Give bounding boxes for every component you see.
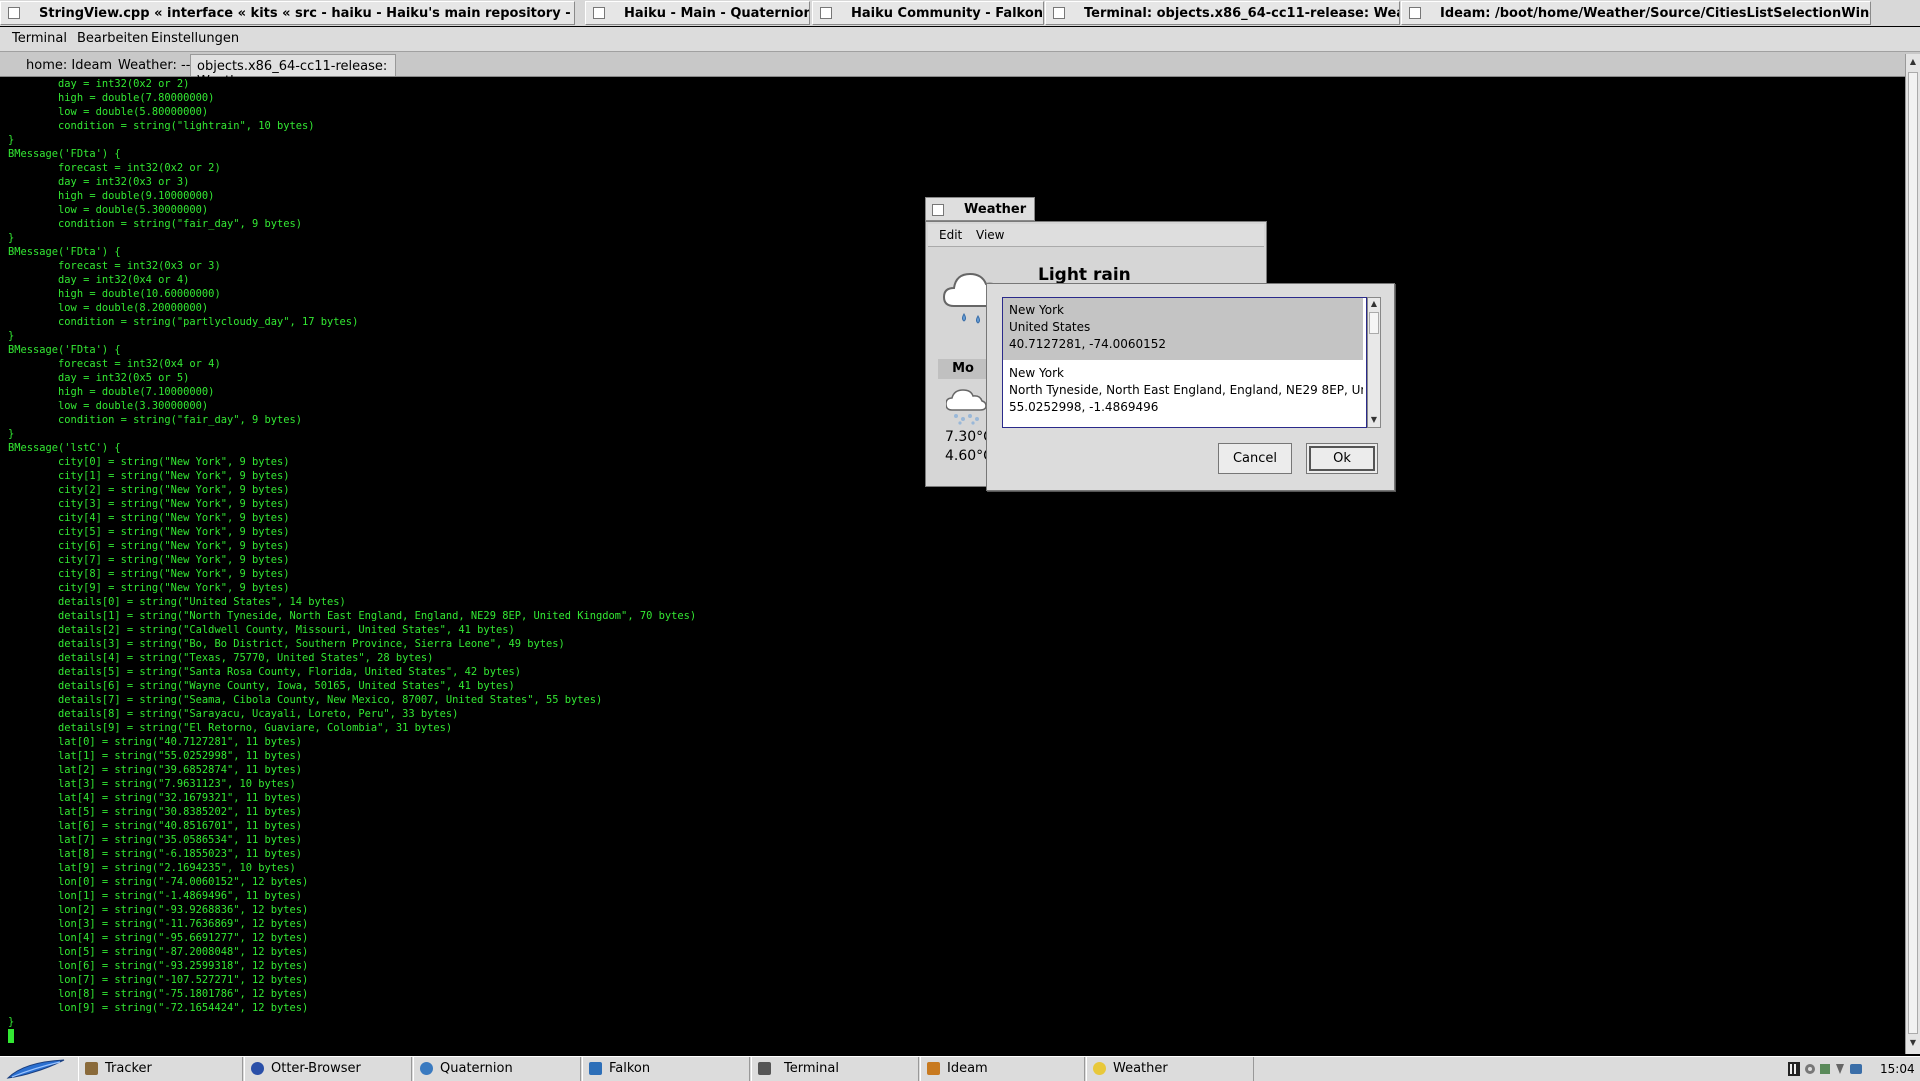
taskbar-item-ideam[interactable]: Ideam xyxy=(920,1057,1085,1081)
otter-browser-icon xyxy=(251,1062,264,1075)
taskbar-label: Quaternion xyxy=(440,1061,513,1076)
menu-edit[interactable]: Edit xyxy=(939,228,962,242)
session-tab-objects[interactable]: objects.x86_64-cc11-release: Weather xyxy=(190,54,396,89)
menu-view[interactable]: View xyxy=(976,228,1004,242)
session-tab-home[interactable]: home: Ideam xyxy=(26,54,112,76)
scrollbar-thumb[interactable] xyxy=(1369,312,1379,334)
window-tab-ideam[interactable]: Ideam: /boot/home/Weather/Source/CitiesL… xyxy=(1401,1,1871,25)
menu-bearbeiten[interactable]: Bearbeiten xyxy=(77,31,148,46)
system-tray[interactable] xyxy=(1786,1061,1866,1077)
taskbar-label: Tracker xyxy=(105,1061,152,1076)
window-tab-quaternion[interactable]: Haiku - Main - Quaternion xyxy=(585,1,810,25)
window-tab-bar: StringView.cpp « interface « kits « src … xyxy=(0,0,1920,26)
window-tab-title: StringView.cpp « interface « kits « src … xyxy=(39,6,574,21)
taskbar-item-weather[interactable]: Weather xyxy=(1086,1057,1254,1081)
clock[interactable]: 15:04 xyxy=(1880,1062,1915,1076)
window-tab-title: Haiku Community - Falkon xyxy=(851,6,1044,21)
city-name: New York xyxy=(1009,303,1064,317)
scroll-up-icon[interactable]: ▲ xyxy=(1908,57,1918,67)
window-tab-title: Ideam: /boot/home/Weather/Source/CitiesL… xyxy=(1440,6,1870,21)
weather-menubar: Edit View xyxy=(928,224,1264,247)
city-name: New York xyxy=(1009,366,1064,380)
taskbar-item-otter-browser[interactable]: Otter-Browser xyxy=(244,1057,412,1081)
taskbar-label: Weather xyxy=(1113,1061,1168,1076)
window-checkbox-icon[interactable] xyxy=(820,7,832,19)
taskbar-label: Ideam xyxy=(947,1061,988,1076)
tracker-icon xyxy=(85,1062,98,1075)
terminal-scrollbar[interactable]: ▲ ▼ xyxy=(1905,54,1920,1054)
taskbar-item-falkon[interactable]: Falkon xyxy=(582,1057,750,1081)
scroll-down-icon[interactable]: ▼ xyxy=(1369,415,1379,425)
window-tab-otter-browser[interactable]: StringView.cpp « interface « kits « src … xyxy=(0,1,575,25)
taskbar-label: Otter-Browser xyxy=(271,1061,361,1076)
taskbar-item-terminal[interactable]: Terminal xyxy=(751,1057,919,1081)
window-tab-title: Terminal: objects.x86_64-cc11-release: W… xyxy=(1084,6,1399,21)
taskbar-item-quaternion[interactable]: Quaternion xyxy=(413,1057,581,1081)
window-tab-falkon[interactable]: Haiku Community - Falkon xyxy=(812,1,1044,25)
city-details: United States xyxy=(1009,320,1091,334)
haiku-leaf-icon[interactable] xyxy=(4,1058,70,1080)
scroll-down-icon[interactable]: ▼ xyxy=(1908,1038,1918,1048)
window-tab-title: Haiku - Main - Quaternion xyxy=(624,6,810,21)
terminal-icon xyxy=(758,1062,771,1075)
city-list[interactable]: New York United States 40.7127281, -74.0… xyxy=(1002,297,1367,428)
city-selection-dialog: New York United States 40.7127281, -74.0… xyxy=(986,283,1395,491)
ok-button[interactable]: Ok xyxy=(1306,443,1378,474)
city-details: North Tyneside, North East England, Engl… xyxy=(1009,383,1363,397)
city-list-item[interactable]: New York North Tyneside, North East Engl… xyxy=(1003,361,1363,423)
taskbar-item-tracker[interactable]: Tracker xyxy=(78,1057,243,1081)
menu-terminal[interactable]: Terminal xyxy=(12,31,67,46)
terminal-session-tabs: home: Ideam Weather: -- objects.x86_64-c… xyxy=(0,52,1920,89)
window-checkbox-icon[interactable] xyxy=(1053,7,1065,19)
deskbar: Tracker Otter-Browser Quaternion Falkon … xyxy=(0,1056,1920,1081)
window-tab-terminal[interactable]: Terminal: objects.x86_64-cc11-release: W… xyxy=(1045,1,1400,25)
ideam-icon xyxy=(927,1062,940,1075)
menu-einstellungen[interactable]: Einstellungen xyxy=(151,31,239,46)
falkon-icon xyxy=(589,1062,602,1075)
scrollbar-thumb[interactable] xyxy=(1908,72,1918,1034)
cancel-button[interactable]: Cancel xyxy=(1218,443,1292,474)
window-checkbox-icon[interactable] xyxy=(8,7,20,19)
weather-window-tab[interactable]: Weather xyxy=(925,197,1035,221)
cloud-snow-icon xyxy=(946,389,986,425)
city-list-item[interactable]: New York United States 40.7127281, -74.0… xyxy=(1003,298,1363,360)
window-checkbox-icon[interactable] xyxy=(593,7,605,19)
terminal-cursor xyxy=(8,1029,14,1043)
quaternion-icon xyxy=(420,1062,433,1075)
terminal-menubar: Terminal Bearbeiten Einstellungen xyxy=(0,27,1920,52)
weather-icon xyxy=(1093,1062,1106,1075)
city-list-scrollbar[interactable]: ▲ ▼ xyxy=(1367,297,1381,428)
window-checkbox-icon[interactable] xyxy=(1409,7,1421,19)
weather-window-title: Weather xyxy=(964,202,1027,217)
scroll-up-icon[interactable]: ▲ xyxy=(1369,299,1379,309)
forecast-day-label: Mo xyxy=(938,359,988,379)
city-coords: 40.7127281, -74.0060152 xyxy=(1009,337,1167,351)
session-tab-weather[interactable]: Weather: -- xyxy=(118,54,190,76)
city-coords: 55.0252998, -1.4869496 xyxy=(1009,400,1159,414)
taskbar-label: Terminal xyxy=(784,1061,839,1076)
window-checkbox-icon[interactable] xyxy=(932,204,944,216)
condition-title: Light rain xyxy=(1038,265,1131,285)
taskbar-label: Falkon xyxy=(609,1061,651,1076)
